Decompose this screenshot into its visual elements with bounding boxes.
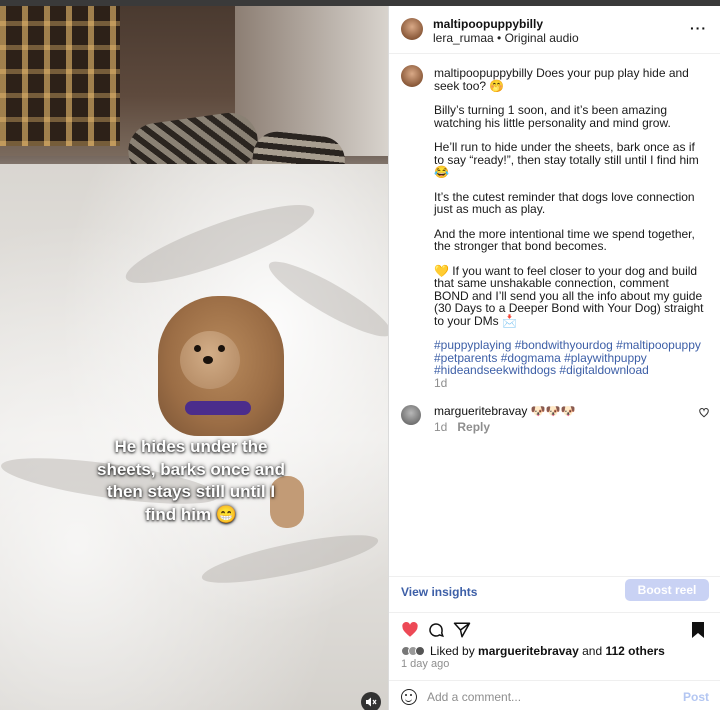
comment-meta: 1d Reply <box>434 420 490 434</box>
liked-others-count[interactable]: 112 others <box>605 644 664 658</box>
dog-nose <box>203 356 213 364</box>
caption-hashtags[interactable]: #puppyplaying #bondwithyourdog #maltipoo… <box>434 339 704 377</box>
caption-paragraph: Billy’s turning 1 soon, and it’s been am… <box>434 103 671 130</box>
caption-paragraph: It’s the cutest reminder that dogs love … <box>434 189 695 216</box>
liked-by-prefix: Liked by <box>430 644 475 658</box>
likes-summary[interactable]: Liked by margueritebravay and 112 others <box>401 644 665 658</box>
caption-paragraph: 💛 If you want to feel closer to your dog… <box>434 263 704 328</box>
header-username[interactable]: maltipoopuppybilly <box>433 17 543 31</box>
reply-button[interactable]: Reply <box>457 420 490 434</box>
view-insights-link[interactable]: View insights <box>401 585 477 599</box>
post-caption: maltipoopuppybilly Does your pup play hi… <box>434 67 704 389</box>
insights-bar: View insights Boost reel <box>389 576 720 612</box>
dog-eye <box>218 345 225 352</box>
comment-username[interactable]: margueritebravay <box>434 404 527 418</box>
post-comment-button[interactable]: Post <box>683 690 709 704</box>
sheet-fold <box>261 251 388 347</box>
post-header: maltipoopuppybilly lera_rumaa • Original… <box>389 6 720 54</box>
comment-item: margueritebravay 🐶🐶🐶 <box>434 404 576 418</box>
dog-eye <box>194 345 201 352</box>
comment-like-icon[interactable] <box>699 408 709 421</box>
emoji-icon[interactable] <box>401 689 417 705</box>
video-text-overlay: He hides under the sheets, barks once an… <box>96 437 286 524</box>
audio-attribution[interactable]: lera_rumaa • Original audio <box>433 31 579 45</box>
comments-section[interactable]: maltipoopuppybilly Does your pup play hi… <box>389 54 720 576</box>
reel-video[interactable]: He hides under the sheets, barks once an… <box>0 6 388 710</box>
comment-icon[interactable] <box>427 621 445 639</box>
comment-timestamp: 1d <box>434 420 448 434</box>
heart-icon[interactable] <box>401 621 419 639</box>
liked-by-user[interactable]: margueritebravay <box>478 644 579 658</box>
liker-avatar <box>415 646 425 656</box>
more-options-icon[interactable]: ··· <box>690 20 707 36</box>
post-age: 1 day ago <box>401 658 450 670</box>
liked-and: and <box>582 644 603 658</box>
add-comment-bar: Post <box>389 680 720 710</box>
sheet-fold <box>198 525 382 593</box>
bg-wall <box>235 6 388 156</box>
caption-timestamp: 1d <box>434 375 448 390</box>
avatar[interactable] <box>401 65 423 87</box>
comment-input[interactable] <box>427 688 667 706</box>
caption-paragraph: He’ll run to hide under the sheets, bark… <box>434 140 699 179</box>
post-side-panel: maltipoopuppybilly lera_rumaa • Original… <box>388 6 720 710</box>
avatar[interactable] <box>401 18 423 40</box>
action-bar <box>389 612 720 638</box>
bookmark-icon[interactable] <box>691 621 709 639</box>
bg-lattice <box>0 6 120 146</box>
share-icon[interactable] <box>453 621 471 639</box>
comment-text: 🐶🐶🐶 <box>530 404 576 418</box>
boost-reel-button[interactable]: Boost reel <box>625 579 709 601</box>
avatar[interactable] <box>401 405 421 425</box>
caption-paragraph: And the more intentional time we spend t… <box>434 226 695 253</box>
speaker-muted-icon[interactable] <box>361 692 381 710</box>
dog-collar <box>185 401 251 415</box>
